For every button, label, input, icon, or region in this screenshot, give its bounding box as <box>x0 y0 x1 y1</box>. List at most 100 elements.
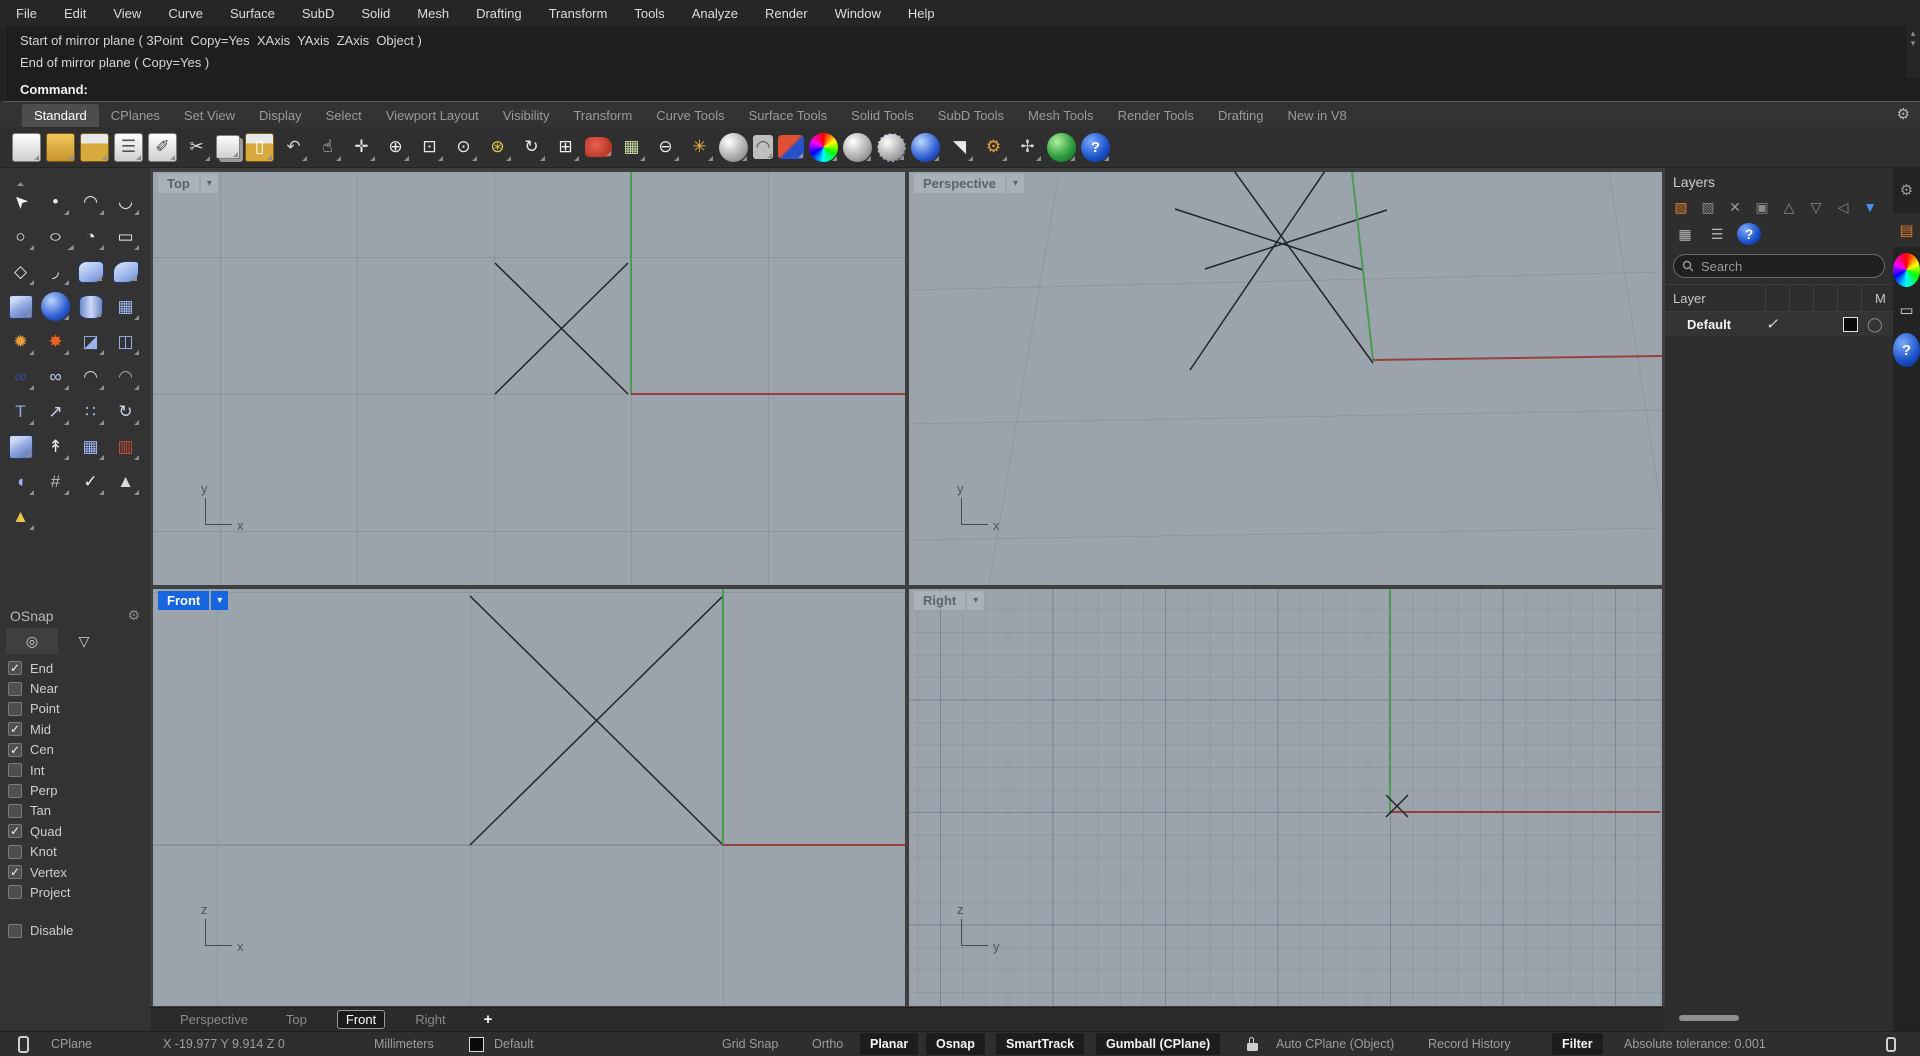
rectangle-icon[interactable]: ▭ <box>111 222 140 251</box>
ribbon-tab[interactable]: Drafting <box>1206 104 1276 127</box>
ribbon-tab[interactable]: SubD Tools <box>926 104 1016 127</box>
split-icon[interactable]: ◫ <box>111 327 140 356</box>
options-gear-icon[interactable]: ⚙ <box>979 133 1008 162</box>
osnap-option[interactable]: Quad <box>0 821 150 841</box>
viewport-right[interactable]: Right ▾ z y <box>909 589 1662 1006</box>
blast-icon[interactable]: ✸ <box>41 327 70 356</box>
render-icon[interactable] <box>778 135 804 159</box>
status-panel-icon[interactable] <box>18 1032 29 1056</box>
cut-icon[interactable]: ✂ <box>182 133 211 162</box>
boolean-difference-icon[interactable]: ∞ <box>41 362 70 391</box>
select-arrow-icon[interactable]: ➤ <box>0 181 41 222</box>
surface-from-points-icon[interactable] <box>77 260 104 283</box>
check-icon[interactable]: ✓ <box>76 467 105 496</box>
status-coordinates[interactable]: X -19.977 Y 9.914 Z 0 <box>163 1032 285 1056</box>
menu-item[interactable]: Mesh <box>417 6 449 21</box>
sphere-icon[interactable] <box>41 292 70 321</box>
osnap-checkbox[interactable] <box>8 742 22 757</box>
toggle-filter[interactable]: Filter <box>1552 1033 1603 1055</box>
ribbon-tab[interactable]: Standard <box>22 104 99 127</box>
trim-icon[interactable]: ◪ <box>76 327 105 356</box>
viewport-perspective[interactable]: Perspective ▾ y x <box>909 172 1662 585</box>
menu-item[interactable]: Solid <box>361 6 390 21</box>
osnap-option[interactable]: Point <box>0 699 150 719</box>
status-tolerance[interactable]: Absolute tolerance: 0.001 <box>1624 1032 1766 1056</box>
extrude-icon[interactable]: ↟ <box>41 432 70 461</box>
control-point-curve-icon[interactable]: ◠ <box>76 187 105 216</box>
menu-item[interactable]: View <box>113 6 141 21</box>
adjustable-blend-icon[interactable]: ◠ <box>111 362 140 391</box>
command-prompt[interactable]: Command: <box>0 78 1920 102</box>
command-history[interactable]: Start of mirror plane ( 3Point Copy=Yes … <box>0 26 1920 78</box>
osnap-checkbox[interactable] <box>8 661 22 676</box>
ribbon-tab[interactable]: Render Tools <box>1106 104 1206 127</box>
toggle-grid-snap[interactable]: Grid Snap <box>722 1032 778 1056</box>
layer-color-swatch[interactable] <box>1843 316 1858 332</box>
toggle-osnap[interactable]: Osnap <box>926 1033 985 1055</box>
osnap-option[interactable]: Tan <box>0 801 150 821</box>
chevron-down-icon[interactable]: ▾ <box>200 174 218 193</box>
edit-properties-icon[interactable]: ✐ <box>148 132 177 162</box>
toggle-auto-cplane[interactable]: Auto CPlane (Object) <box>1276 1032 1394 1056</box>
lock-icon[interactable]: ◠ <box>753 135 773 159</box>
explode-icon[interactable]: ✹ <box>6 327 35 356</box>
panel-gear-icon[interactable]: ⚙ <box>1893 173 1920 207</box>
command-scrollbar[interactable]: ▴ ▾ <box>1906 26 1920 78</box>
pyramid-light-icon[interactable]: ▲ <box>6 502 35 531</box>
copy-icon[interactable] <box>216 135 240 159</box>
zoom-selected-icon[interactable]: ⊙ <box>449 133 478 162</box>
ribbon-tab[interactable]: Mesh Tools <box>1016 104 1106 127</box>
curve-network-icon[interactable]: # <box>41 467 70 496</box>
osnap-option[interactable]: Mid <box>0 719 150 739</box>
earth-icon[interactable] <box>1047 132 1076 162</box>
filter-tab-icon[interactable]: ▽ <box>58 628 110 654</box>
toggle-ortho[interactable]: Ortho <box>812 1032 843 1056</box>
viewport-right-label[interactable]: Right ▾ <box>914 591 985 610</box>
move-up-icon[interactable]: △ <box>1777 196 1801 218</box>
arc-icon[interactable]: ◔ <box>76 222 105 251</box>
block-icon[interactable]: ▥ <box>111 432 140 461</box>
grid-view-icon[interactable]: ▦ <box>1673 223 1697 245</box>
viewport-tab[interactable]: Top <box>278 1011 315 1028</box>
paste-icon[interactable]: ▯ <box>245 132 274 162</box>
filter-layers-icon[interactable]: ▼ <box>1858 196 1882 218</box>
patch-grid-icon[interactable]: ▦ <box>111 292 140 321</box>
viewport-perspective-label[interactable]: Perspective ▾ <box>914 174 1024 193</box>
ribbon-tab[interactable]: Transform <box>561 104 644 127</box>
print-icon[interactable]: ☰ <box>114 132 143 162</box>
osnap-checkbox[interactable] <box>8 681 22 696</box>
osnap-option[interactable]: Cen <box>0 740 150 760</box>
rotate-view-icon[interactable]: ✛ <box>347 133 376 162</box>
ribbon-tab[interactable]: Viewport Layout <box>374 104 491 127</box>
viewport-front-label[interactable]: Front ▾ <box>158 591 229 610</box>
fillet-surface-icon[interactable]: ◖ <box>6 467 35 496</box>
zoom-icon[interactable]: ⊕ <box>381 133 410 162</box>
boolean-union-icon[interactable]: ∞ <box>6 362 35 391</box>
osnap-option[interactable]: End <box>0 658 150 678</box>
named-views-icon[interactable] <box>585 137 612 157</box>
viewport-layout-icon[interactable]: ⊞ <box>551 133 580 162</box>
new-file-icon[interactable] <box>12 132 41 162</box>
duplicate-layer-icon[interactable]: ▣ <box>1750 196 1774 218</box>
chevron-down-icon[interactable]: ▾ <box>211 591 229 610</box>
array-icon[interactable]: ▦ <box>76 432 105 461</box>
lock-icon[interactable] <box>1247 1032 1258 1056</box>
copy-objects-icon[interactable]: ∷ <box>76 397 105 426</box>
menu-item[interactable]: Edit <box>64 6 86 21</box>
layers-search-box[interactable] <box>1673 254 1885 278</box>
ribbon-tab[interactable]: New in V8 <box>1275 104 1358 127</box>
color-wheel-tab-icon[interactable] <box>1893 253 1920 287</box>
undo-icon[interactable]: ↶ <box>279 133 308 162</box>
ribbon-tab[interactable]: Curve Tools <box>644 104 736 127</box>
osnap-disable-option[interactable]: Disable <box>0 921 150 941</box>
point-icon[interactable]: • <box>41 187 70 216</box>
osnap-tab-icon[interactable]: ◎ <box>6 628 58 654</box>
osnap-checkbox[interactable] <box>8 885 22 900</box>
osnap-checkbox[interactable] <box>8 803 22 818</box>
osnap-option[interactable]: Knot <box>0 842 150 862</box>
text-icon[interactable]: T <box>6 397 35 426</box>
ellipse-icon[interactable]: ○ <box>36 222 75 251</box>
osnap-checkbox[interactable] <box>8 763 22 778</box>
viewport-title[interactable]: Right <box>914 591 966 610</box>
menu-item[interactable]: File <box>16 6 37 21</box>
